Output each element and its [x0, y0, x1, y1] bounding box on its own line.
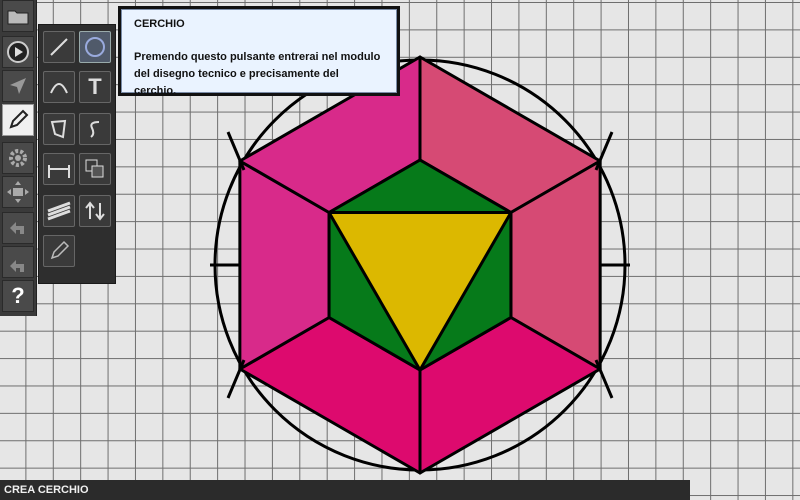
draw-tools-submenu: T [38, 24, 116, 284]
circle-tool-icon [85, 37, 105, 57]
arc-tool-button[interactable] [43, 71, 75, 103]
help-icon: ? [11, 283, 25, 308]
arc-tool-icon [50, 83, 68, 94]
swap-order-icon [85, 201, 105, 221]
construction-tick [226, 359, 246, 399]
pointer-arrow-icon [10, 78, 26, 94]
gear-icon [9, 149, 27, 167]
tooltip-content: CERCHIO Premendo questo pulsante entrera… [121, 9, 397, 97]
text-tool-icon: T [88, 74, 102, 99]
freehand-curve-icon [90, 121, 100, 138]
line-tool-icon [50, 38, 68, 56]
copy-layers-icon [85, 159, 104, 178]
open-folder-button[interactable] [2, 0, 34, 32]
construction-tick [594, 359, 614, 399]
edit-pencil-icon [50, 240, 70, 260]
tooltip-body: Premendo questo pulsante entrerai nel mo… [134, 51, 381, 97]
status-text: CREA CERCHIO [4, 484, 89, 496]
undo-button[interactable] [2, 212, 34, 244]
status-bar: CREA CERCHIO [0, 480, 690, 500]
circle-tool-button[interactable] [79, 31, 111, 63]
dimension-tool-button[interactable] [43, 153, 75, 185]
main-toolbar: ? [0, 0, 37, 316]
dimension-tool-icon [48, 165, 70, 178]
undo-icon [10, 222, 24, 234]
tooltip-circle: CERCHIO Premendo questo pulsante entrera… [118, 6, 400, 97]
play-icon [7, 41, 29, 63]
line-tool-button[interactable] [43, 31, 75, 63]
swap-order-button[interactable] [79, 195, 111, 227]
settings-button[interactable] [2, 142, 34, 174]
construction-tick [226, 131, 246, 171]
move-view-button[interactable] [2, 176, 34, 208]
hatch-fill-icon [47, 201, 71, 221]
hatch-fill-button[interactable] [43, 195, 75, 227]
select-button[interactable] [2, 70, 34, 102]
draw-button[interactable] [2, 104, 34, 136]
polygon-tool-icon [50, 119, 67, 139]
text-tool-button[interactable]: T [79, 71, 111, 103]
folder-icon [7, 10, 29, 25]
redo-button[interactable] [2, 246, 34, 278]
tooltip-title: CERCHIO [134, 18, 185, 30]
freehand-tool-button[interactable] [79, 113, 111, 145]
redo-icon [10, 260, 24, 272]
construction-tick [594, 131, 614, 171]
edit-pencil-button[interactable] [43, 235, 75, 267]
polygon-tool-button[interactable] [43, 113, 75, 145]
play-button[interactable] [2, 36, 34, 68]
copy-layers-button[interactable] [79, 153, 111, 185]
help-button[interactable]: ? [2, 280, 34, 312]
move-camera-icon [7, 181, 29, 203]
pencil-icon [9, 109, 29, 129]
